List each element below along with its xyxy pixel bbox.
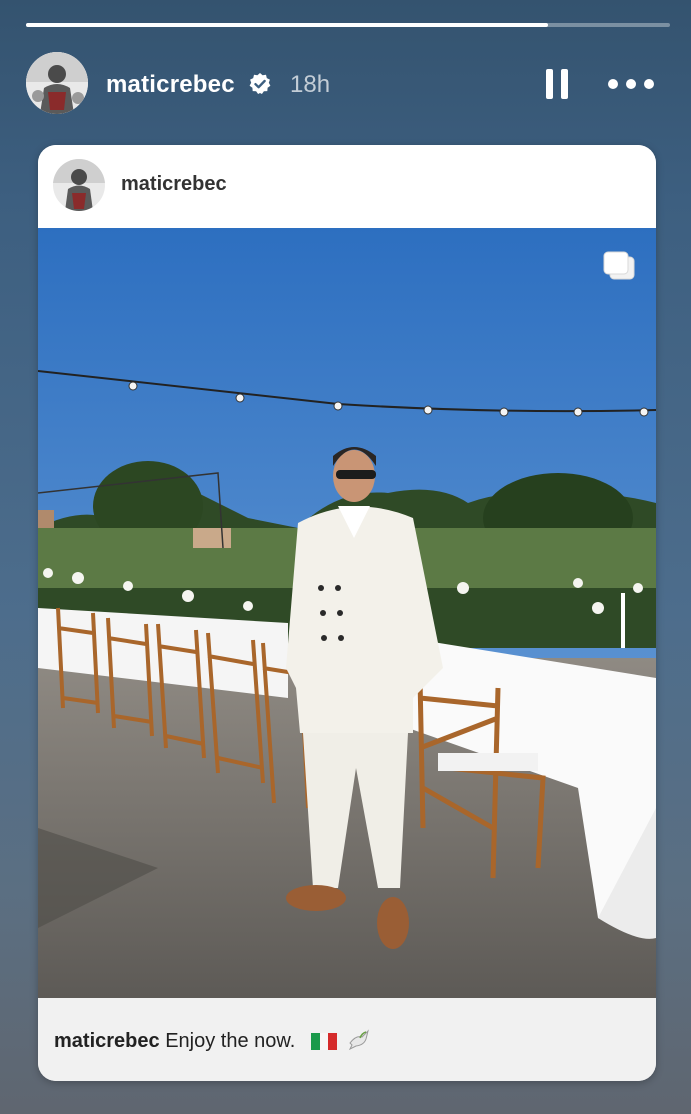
dove-icon [349,1029,370,1051]
caption-username[interactable]: maticrebec [54,1030,160,1052]
post-photo-image [38,228,656,998]
post-photo[interactable] [38,228,656,998]
post-header: maticrebec [38,145,656,227]
story-header: maticrebec 18h [26,52,666,116]
story-timestamp: 18h [290,71,331,98]
post-caption: maticrebec Enjoy the now. [54,1029,372,1053]
caption-text: Enjoy the now. [165,1030,296,1052]
post-caption-bar: maticrebec Enjoy the now. [38,998,656,1081]
story-username[interactable]: maticrebec [106,71,235,99]
pause-icon[interactable] [546,69,570,99]
more-options-icon[interactable] [608,74,654,94]
story-progress-fill [26,23,548,27]
post-avatar[interactable] [53,159,105,211]
story-progress-bar [26,23,670,27]
shared-post-card[interactable]: maticrebec maticrebec Enjoy the now. [38,145,656,1081]
avatar[interactable] [26,52,88,114]
verified-badge-icon [249,73,271,94]
italy-flag-icon [310,1033,337,1050]
post-username[interactable]: maticrebec [121,173,227,196]
carousel-icon [603,251,635,280]
